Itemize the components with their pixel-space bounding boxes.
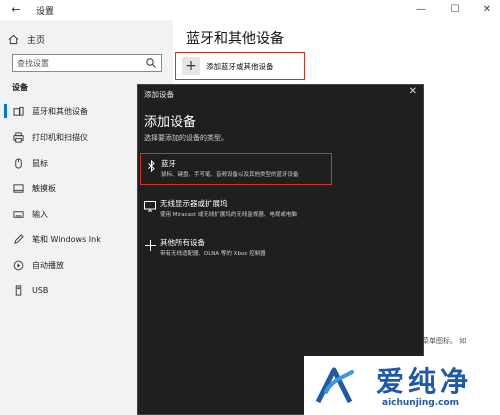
bluetooth-devices-icon (12, 105, 24, 117)
window-titlebar: ← 设置 — ☐ ✕ (0, 0, 500, 20)
option-description: 使用 Miracast 或无线扩展坞的无线监视器、电视或电脑 (160, 212, 297, 218)
plus-icon: + (182, 57, 200, 75)
obscured-description-text: 菜单图标。 如 (422, 337, 467, 345)
watermark: 爱纯净 aichunjing.com (304, 356, 500, 415)
plus-icon (144, 239, 156, 251)
bluetooth-icon (145, 160, 157, 172)
home-icon (8, 34, 19, 44)
option-title: 蓝牙 (161, 159, 176, 168)
sidebar-home-label: 主页 (27, 35, 46, 46)
watermark-logo-icon (315, 367, 354, 404)
monitor-icon (144, 200, 156, 212)
window-title: 设置 (36, 7, 55, 17)
sidebar-item-label: 鼠标 (32, 158, 48, 168)
option-wireless-display[interactable]: 无线显示器或扩展坞 使用 Miracast 或无线扩展坞的无线监视器、电视或电脑 (140, 194, 332, 226)
option-everything-else[interactable]: 其他所有设备 带有无线适配器、DLNA 等的 Xbox 控制器 (140, 233, 332, 265)
maximize-button[interactable]: ☐ (444, 2, 466, 18)
sidebar-item-label: 触摸板 (32, 183, 56, 193)
add-device-button[interactable]: + 添加蓝牙或其他设备 (175, 52, 305, 80)
sidebar-item-label: 打印机和扫描仪 (32, 132, 88, 142)
watermark-url: aichunjing.com (382, 398, 460, 408)
dialog-close-button[interactable]: ✕ (409, 86, 417, 97)
minimize-button[interactable]: — (410, 2, 432, 18)
watermark-text: 爱纯净 (376, 365, 473, 398)
page-title: 蓝牙和其他设备 (186, 31, 284, 47)
search-box[interactable] (12, 54, 162, 72)
usb-icon (12, 284, 24, 296)
search-input[interactable] (17, 57, 137, 69)
dialog-heading: 添加设备 (144, 115, 197, 130)
option-bluetooth[interactable]: 蓝牙 鼠标、键盘、手写笔、音频设备以及其他类型的蓝牙设备 (140, 153, 332, 185)
touchpad-icon (12, 182, 24, 194)
mouse-icon (12, 157, 24, 169)
keyboard-icon (12, 208, 24, 220)
back-button[interactable]: ← (8, 2, 24, 18)
autoplay-icon (12, 259, 24, 271)
sidebar-item-label: 自动播放 (32, 260, 64, 270)
add-device-label: 添加蓝牙或其他设备 (206, 61, 274, 71)
sidebar-section-label: 设备 (12, 83, 28, 92)
dialog-subtitle: 选择要添加的设备的类型。 (144, 134, 228, 142)
option-description: 带有无线适配器、DLNA 等的 Xbox 控制器 (160, 251, 266, 257)
sidebar-item-label: 笔和 Windows Ink (32, 234, 101, 244)
sidebar-home[interactable]: 主页 (8, 32, 45, 46)
sidebar-item-label: 蓝牙和其他设备 (32, 106, 88, 116)
close-button[interactable]: ✕ (476, 2, 498, 18)
printer-icon (12, 131, 24, 143)
option-title: 无线显示器或扩展坞 (160, 199, 228, 208)
option-description: 鼠标、键盘、手写笔、音频设备以及其他类型的蓝牙设备 (161, 172, 299, 178)
sidebar-item-label: 输入 (32, 209, 48, 219)
option-title: 其他所有设备 (160, 238, 205, 247)
pen-icon (12, 233, 24, 245)
dialog-title: 添加设备 (144, 90, 174, 99)
sidebar-item-label: USB (32, 285, 49, 295)
search-icon[interactable] (145, 57, 157, 69)
